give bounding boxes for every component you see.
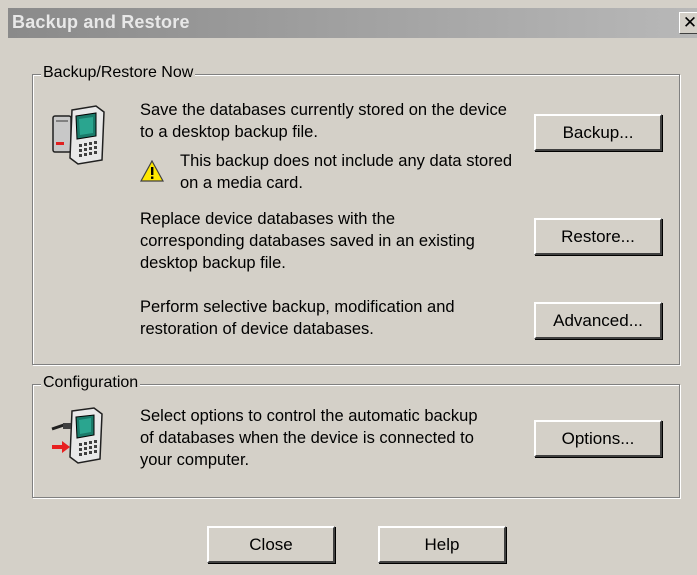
help-button[interactable]: Help [378, 526, 506, 563]
warning-text: This backup does not include any data st… [180, 152, 513, 192]
close-icon: ✕ [682, 13, 697, 32]
handheld-device-icon [52, 105, 105, 165]
close-button[interactable]: Close [207, 526, 335, 563]
restore-button[interactable]: Restore... [534, 218, 662, 255]
backup-restore-now-legend: Backup/Restore Now [41, 64, 196, 82]
device-connection-icon [51, 407, 103, 464]
window-title: Backup and Restore [12, 12, 190, 32]
options-button[interactable]: Options... [534, 420, 662, 457]
advanced-button[interactable]: Advanced... [534, 302, 662, 339]
warning-icon [140, 160, 164, 182]
options-description: Select options to control the automatic … [140, 407, 478, 469]
advanced-description: Perform selective backup, modification a… [140, 298, 455, 338]
configuration-legend: Configuration [41, 374, 141, 392]
backup-restore-dialog: Backup and Restore ✕ Backup/Restore Now … [0, 0, 697, 575]
backup-button[interactable]: Backup... [534, 114, 662, 151]
close-window-button[interactable]: ✕ [679, 12, 697, 34]
backup-description: Save the databases currently stored on t… [140, 101, 507, 141]
restore-description: Replace device databases with the corres… [140, 210, 475, 272]
title-bar[interactable]: Backup and Restore ✕ [8, 8, 697, 38]
